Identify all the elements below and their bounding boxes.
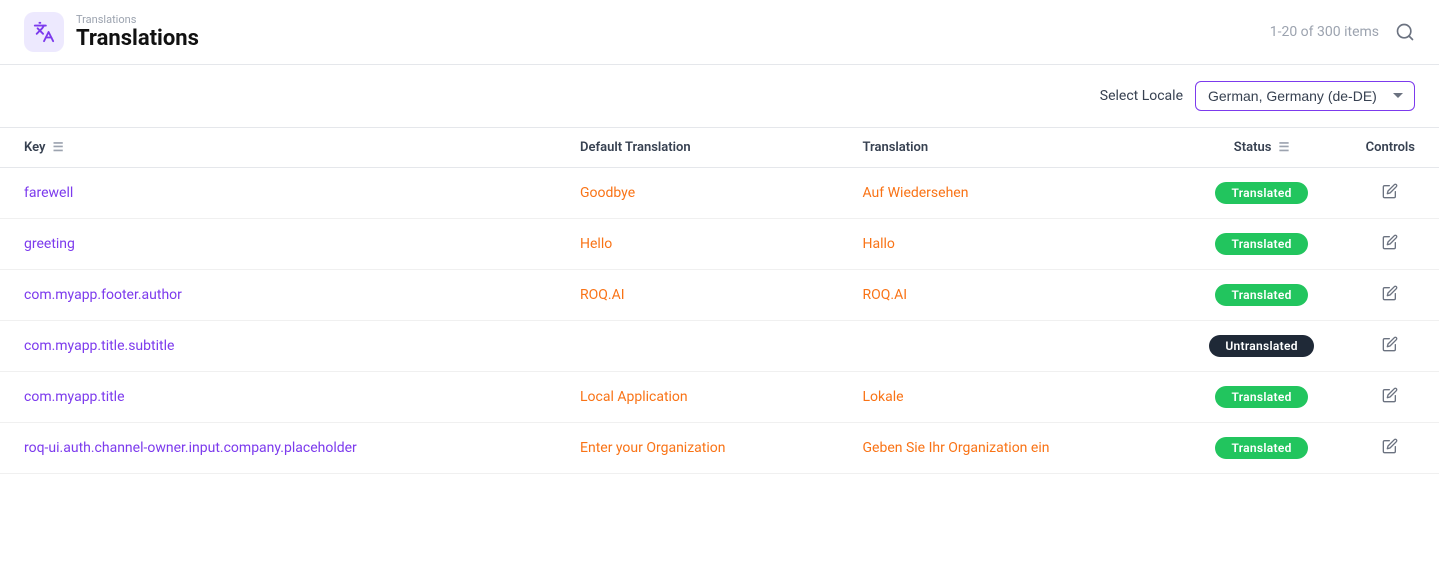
translation-cell: Lokale	[839, 372, 1182, 423]
translations-icon	[24, 12, 64, 52]
status-cell: Translated	[1182, 219, 1342, 270]
col-key: Key ☰	[0, 128, 556, 168]
default-translation-cell: Enter your Organization	[556, 423, 839, 474]
edit-button[interactable]	[1382, 183, 1398, 204]
translation-cell: Auf Wiedersehen	[839, 168, 1182, 219]
key-cell: roq-ui.auth.channel-owner.input.company.…	[0, 423, 556, 474]
status-badge: Translated	[1215, 386, 1307, 408]
col-controls: Controls	[1342, 128, 1439, 168]
status-badge: Untranslated	[1209, 335, 1313, 357]
title-group: Translations Translations	[76, 13, 199, 51]
table-row: farewell Goodbye Auf Wiedersehen Transla…	[0, 168, 1439, 219]
key-cell: com.myapp.footer.author	[0, 270, 556, 321]
key-cell: greeting	[0, 219, 556, 270]
table-header-row: Key ☰ Default Translation Translation St…	[0, 128, 1439, 168]
col-translation: Translation	[839, 128, 1182, 168]
table-row: roq-ui.auth.channel-owner.input.company.…	[0, 423, 1439, 474]
edit-button[interactable]	[1382, 234, 1398, 255]
key-cell: com.myapp.title.subtitle	[0, 321, 556, 372]
table-container: Key ☰ Default Translation Translation St…	[0, 127, 1439, 474]
header-right: 1-20 of 300 items	[1270, 22, 1415, 42]
translation-cell: Geben Sie Ihr Organization ein	[839, 423, 1182, 474]
key-filter-icon[interactable]: ☰	[53, 140, 64, 154]
status-badge: Translated	[1215, 182, 1307, 204]
page-title: Translations	[76, 26, 199, 51]
status-cell: Translated	[1182, 168, 1342, 219]
controls-cell	[1342, 321, 1439, 372]
controls-cell	[1342, 270, 1439, 321]
controls-cell	[1342, 423, 1439, 474]
default-translation-cell: Local Application	[556, 372, 839, 423]
status-cell: Translated	[1182, 270, 1342, 321]
status-badge: Translated	[1215, 233, 1307, 255]
controls-cell	[1342, 168, 1439, 219]
items-count: 1-20 of 300 items	[1270, 24, 1379, 40]
status-cell: Translated	[1182, 372, 1342, 423]
translation-cell: Hallo	[839, 219, 1182, 270]
default-translation-cell: ROQ.AI	[556, 270, 839, 321]
status-cell: Untranslated	[1182, 321, 1342, 372]
status-badge: Translated	[1215, 437, 1307, 459]
translations-table: Key ☰ Default Translation Translation St…	[0, 127, 1439, 474]
status-filter-icon[interactable]: ☰	[1279, 140, 1290, 154]
status-badge: Translated	[1215, 284, 1307, 306]
search-button[interactable]	[1395, 22, 1415, 42]
select-locale-label: Select Locale	[1100, 88, 1183, 104]
edit-button[interactable]	[1382, 285, 1398, 306]
default-translation-cell: Hello	[556, 219, 839, 270]
locale-select[interactable]: German, Germany (de-DE) English, US (en-…	[1195, 81, 1415, 111]
default-translation-cell: Goodbye	[556, 168, 839, 219]
edit-button[interactable]	[1382, 387, 1398, 408]
translation-cell	[839, 321, 1182, 372]
status-cell: Translated	[1182, 423, 1342, 474]
key-cell: com.myapp.title	[0, 372, 556, 423]
col-status: Status ☰	[1182, 128, 1342, 168]
key-cell: farewell	[0, 168, 556, 219]
default-translation-cell	[556, 321, 839, 372]
translation-cell: ROQ.AI	[839, 270, 1182, 321]
table-row: greeting Hello Hallo Translated	[0, 219, 1439, 270]
edit-button[interactable]	[1382, 336, 1398, 357]
controls-cell	[1342, 219, 1439, 270]
table-row: com.myapp.title.subtitle Untranslated	[0, 321, 1439, 372]
header-left: Translations Translations	[24, 12, 199, 52]
edit-button[interactable]	[1382, 438, 1398, 459]
col-default-translation: Default Translation	[556, 128, 839, 168]
toolbar: Select Locale German, Germany (de-DE) En…	[0, 65, 1439, 127]
breadcrumb: Translations	[76, 13, 199, 26]
app-header: Translations Translations 1-20 of 300 it…	[0, 0, 1439, 65]
controls-cell	[1342, 372, 1439, 423]
table-row: com.myapp.title Local Application Lokale…	[0, 372, 1439, 423]
table-row: com.myapp.footer.author ROQ.AI ROQ.AI Tr…	[0, 270, 1439, 321]
